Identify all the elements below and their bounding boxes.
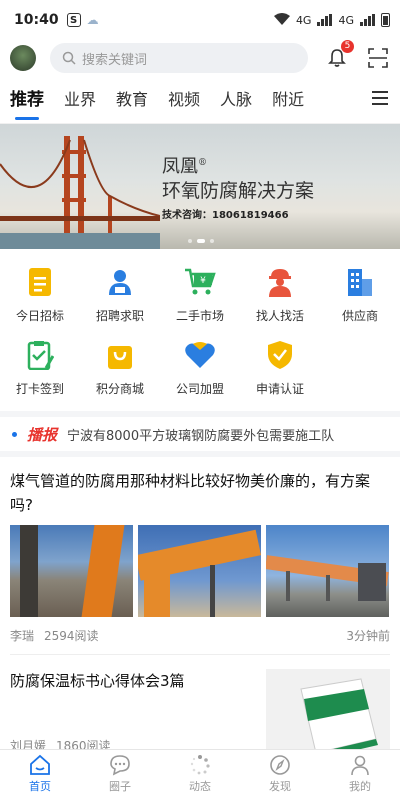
ticker-dot	[12, 431, 17, 437]
grid-item-find-work[interactable]: 找人找活	[240, 265, 320, 324]
notification-badge: 5	[341, 40, 354, 53]
shield-check-icon	[263, 338, 297, 372]
nav-circle[interactable]: 圈子	[80, 750, 160, 797]
status-bar: 10:40 S ☁ 4G 4G	[0, 0, 400, 40]
top-header: 搜索关键词 5	[0, 40, 400, 76]
signal-icon-2	[360, 14, 375, 26]
article-image[interactable]	[138, 525, 261, 617]
nav-label: 首页	[29, 779, 51, 793]
article-meta: 李瑞 2594阅读 3分钟前	[10, 617, 390, 654]
nav-feed[interactable]: 动态	[160, 750, 240, 797]
nav-home[interactable]: 首页	[0, 750, 80, 797]
news-ticker[interactable]: 播报 宁波有8000平方玻璃钢防腐要外包需要施工队	[0, 411, 400, 457]
grid-label: 供应商	[341, 309, 378, 323]
grid-item-checkin[interactable]: 打卡签到	[0, 338, 80, 397]
category-tabs: 推荐 业界 教育 视频 人脉 附近	[0, 76, 400, 124]
grid-label: 招聘求职	[95, 309, 144, 323]
tab-connections[interactable]: 人脉	[220, 76, 252, 124]
carousel-dot-active	[197, 239, 205, 243]
battery-icon	[381, 13, 390, 27]
shopping-cart-icon: ¥	[183, 265, 217, 299]
grid-label: 找人找活	[255, 309, 304, 323]
chat-bubble-icon	[110, 754, 130, 775]
profile-icon	[351, 755, 369, 775]
article-time: 3分钟前	[346, 629, 390, 643]
compass-icon	[270, 754, 290, 775]
nav-label: 发现	[269, 779, 291, 793]
grid-label: 今日招标	[15, 309, 64, 323]
feed-item[interactable]: 煤气管道的防腐用那种材料比较好物美价廉的，有方案吗? 李瑞 2594阅读 3分钟…	[0, 457, 400, 654]
worker-icon	[263, 265, 297, 299]
banner-title: 环氧防腐解决方案	[162, 180, 315, 202]
bridge-illustration	[0, 136, 160, 249]
feed-item[interactable]: 防腐保温标书心得体会3篇 刘月媛 1860阅读	[0, 655, 400, 761]
person-card-icon	[103, 265, 137, 299]
article-title: 煤气管道的防腐用那种材料比较好物美价廉的，有方案吗?	[10, 472, 371, 514]
nav-label: 动态	[189, 779, 211, 793]
article-author: 李瑞	[10, 629, 35, 643]
promo-banner[interactable]: 凤凰® 环氧防腐解决方案 技术咨询：18061819466	[0, 124, 400, 249]
building-icon	[343, 265, 377, 299]
search-icon	[62, 51, 76, 65]
notification-button[interactable]: 5	[326, 40, 354, 69]
nav-discover[interactable]: 发现	[240, 750, 320, 797]
search-input[interactable]: 搜索关键词	[50, 43, 308, 73]
grid-label: 申请认证	[255, 382, 304, 396]
scan-icon	[368, 48, 388, 68]
grid-label: 积分商城	[95, 382, 144, 396]
article-reads: 2594阅读	[44, 629, 99, 643]
article-images	[10, 525, 390, 617]
home-icon	[30, 754, 50, 775]
cloud-icon: ☁	[86, 13, 99, 27]
grid-item-certification[interactable]: 申请认证	[240, 338, 320, 397]
grid-item-bids[interactable]: 今日招标	[0, 265, 80, 324]
checklist-icon	[23, 338, 57, 372]
search-placeholder: 搜索关键词	[82, 52, 148, 68]
grid-label: 公司加盟	[175, 382, 224, 396]
grid-label: 二手市场	[175, 309, 224, 323]
svg-text:¥: ¥	[200, 276, 206, 286]
carousel-dot	[188, 239, 192, 243]
network-label-2: 4G	[338, 13, 354, 27]
app-notification-icon: S	[66, 13, 81, 27]
article-thumbnail[interactable]	[266, 669, 390, 761]
signal-icon	[317, 14, 333, 26]
tab-industry[interactable]: 业界	[64, 76, 96, 124]
article-image[interactable]	[266, 525, 389, 617]
network-label-1: 4G	[295, 13, 312, 27]
ticker-text: 宁波有8000平方玻璃钢防腐要外包需要施工队	[67, 428, 335, 444]
wifi-icon	[273, 12, 290, 28]
carousel-indicator	[188, 239, 214, 243]
nav-profile[interactable]: 我的	[320, 750, 400, 797]
grid-item-suppliers[interactable]: 供应商	[320, 265, 400, 324]
grid-item-franchise[interactable]: 公司加盟	[160, 338, 240, 397]
shopping-bag-icon	[103, 338, 137, 372]
nav-label: 圈子	[109, 779, 131, 793]
grid-item-jobs[interactable]: 招聘求职	[80, 265, 160, 324]
grid-item-secondhand[interactable]: ¥ 二手市场	[160, 265, 240, 324]
feature-grid: 今日招标 招聘求职 ¥ 二手市场 找人找活 供应商 打卡签到 积分商城 公司加盟…	[0, 249, 400, 411]
scan-button[interactable]	[366, 46, 390, 70]
banner-title-brand: 凤凰®	[162, 156, 207, 177]
tab-video[interactable]: 视频	[168, 76, 200, 124]
menu-icon[interactable]	[372, 91, 388, 109]
article-image[interactable]	[10, 525, 133, 617]
registered-mark: ®	[198, 158, 207, 168]
bottom-navigation: 首页 圈子 动态 发现 我的	[0, 749, 400, 797]
status-time: 10:40	[14, 12, 59, 28]
user-avatar[interactable]	[10, 45, 36, 71]
ticker-tag: 播报	[27, 425, 58, 444]
grid-label: 打卡签到	[15, 382, 64, 396]
loading-dots-icon	[190, 754, 210, 774]
tab-education[interactable]: 教育	[116, 76, 148, 124]
tab-nearby[interactable]: 附近	[272, 76, 304, 124]
carousel-dot	[210, 239, 214, 243]
document-icon	[23, 265, 57, 299]
banner-contact: 技术咨询：18061819466	[162, 210, 289, 221]
handshake-heart-icon	[183, 338, 217, 372]
nav-label: 我的	[349, 779, 371, 793]
tab-recommend[interactable]: 推荐	[10, 76, 44, 124]
book-image	[266, 669, 390, 761]
grid-item-points-mall[interactable]: 积分商城	[80, 338, 160, 397]
